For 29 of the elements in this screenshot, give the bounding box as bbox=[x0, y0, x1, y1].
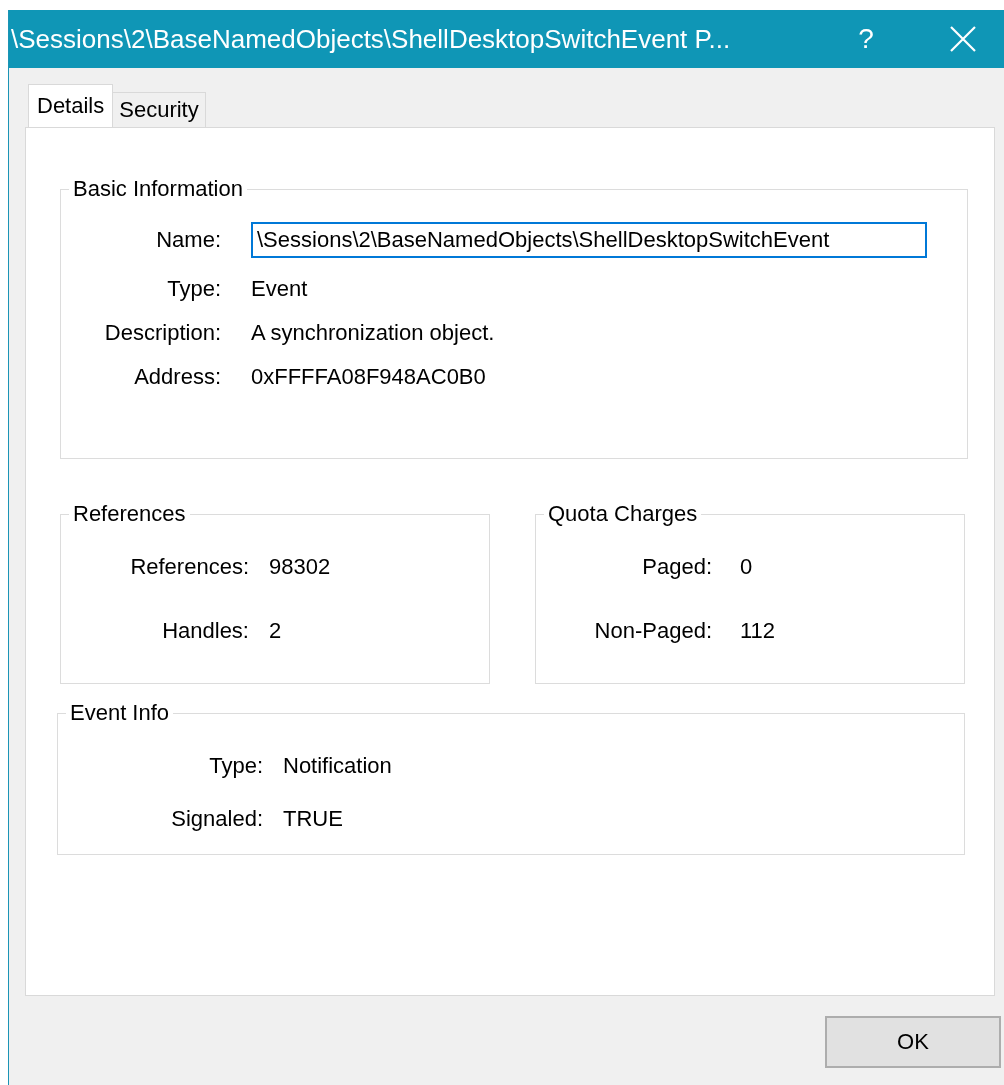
field-label: Signaled: bbox=[170, 806, 263, 832]
field-value: 2 bbox=[269, 618, 283, 644]
field-value: 0 bbox=[740, 554, 754, 580]
field-value: Notification bbox=[283, 753, 393, 779]
tab[interactable]: Details bbox=[28, 84, 114, 127]
field-label: Name: bbox=[155, 227, 221, 253]
field-value: TRUE bbox=[283, 806, 344, 832]
field-label: References: bbox=[129, 554, 249, 580]
field-value: 112 bbox=[740, 618, 777, 644]
field-label: Handles: bbox=[161, 618, 249, 644]
group-title: Basic Information bbox=[72, 176, 244, 202]
close-icon[interactable] bbox=[948, 24, 978, 54]
field-value: A synchronization object. bbox=[251, 320, 496, 346]
tab[interactable]: Security bbox=[112, 92, 206, 127]
field-value: Event bbox=[251, 276, 309, 302]
group-title: Quota Charges bbox=[547, 501, 699, 527]
ok-button[interactable]: OK bbox=[825, 1016, 1001, 1068]
field-label: Address: bbox=[133, 364, 221, 390]
field-label: Non-Paged: bbox=[593, 618, 712, 644]
field-value: 98302 bbox=[269, 554, 332, 580]
field-label: Description: bbox=[103, 320, 221, 346]
field-value: 0xFFFFA08F948AC0B0 bbox=[251, 364, 487, 390]
group-title: References bbox=[72, 501, 187, 527]
field-label: Type: bbox=[208, 753, 263, 779]
window-title: \Sessions\2\BaseNamedObjects\ShellDesktopSwitchEvent P... bbox=[10, 23, 732, 55]
name-field[interactable]: \Sessions\2\BaseNamedObjects\ShellDesktopSwitchEvent bbox=[251, 222, 927, 258]
field-label: Type: bbox=[166, 276, 221, 302]
group-title: Event Info bbox=[69, 700, 171, 726]
field-label: Paged: bbox=[641, 554, 712, 580]
